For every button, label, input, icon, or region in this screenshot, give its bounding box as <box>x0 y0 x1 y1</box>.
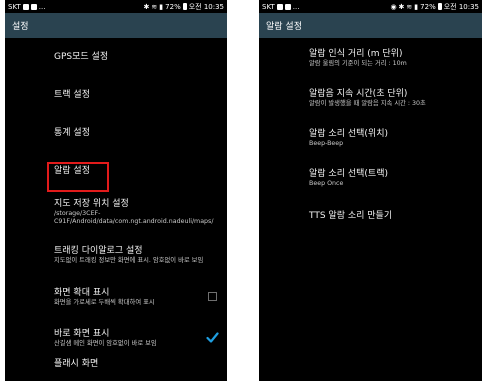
item-subtitle: 알람이 발생했을 때 알람음 지속 시간 : 30초 <box>309 100 426 107</box>
battery-icon <box>182 3 187 10</box>
item-subtitle: Beep Once <box>309 180 344 187</box>
screenshot-composite: SKT ... ✱ ≋ ▮ 72% 오전 10:35 설정 GPS모드 설정 트 <box>0 0 483 381</box>
item-subtitle: /storage/3CEF-C91F/Android/data/com.ngt.… <box>54 210 214 225</box>
checkmark-icon[interactable] <box>206 331 219 344</box>
item-title: TTS 알람 소리 만들기 <box>309 211 393 221</box>
settings-item-direct-display[interactable]: 바로 화면 표시 산길샘 메인 화면이 암호없이 바로 보임 <box>5 318 227 358</box>
item-title: 바로 화면 표시 <box>54 329 110 339</box>
item-title: 알람음 지속 시간(초 단위) <box>309 89 408 99</box>
item-subtitle: 화면을 가로세로 두배씩 확대하여 표시 <box>54 299 155 306</box>
settings-item-statistics[interactable]: 통계 설정 <box>5 114 227 152</box>
item-subtitle: 지도없이 트래킹 정보만 화면에 표시. 암호없이 바로 보임 <box>54 257 204 264</box>
item-title: 트랙 설정 <box>54 90 90 100</box>
page-title: 설정 <box>12 22 29 32</box>
item-title: 알람 인식 거리 (m 단위) <box>309 49 403 59</box>
app-titlebar: 알람 설정 <box>259 13 482 38</box>
battery-percent: 72% <box>420 2 436 11</box>
alarm-item-sound-location[interactable]: 알람 소리 선택(위치) Beep-Beep <box>259 118 482 158</box>
alarm-settings-list: 알람 인식 거리 (m 단위) 알람 울림의 기준이 되는 거리 : 10m 알… <box>259 38 482 234</box>
zoom-display-checkbox[interactable] <box>208 292 217 301</box>
item-subtitle: Beep-Beep <box>309 140 344 147</box>
wifi-icon: ≋ <box>406 2 413 11</box>
alarm-item-distance[interactable]: 알람 인식 거리 (m 단위) 알람 울림의 기준이 되는 거리 : 10m <box>259 38 482 78</box>
status-bar: SKT ... ◉ ✱ ≋ ▮ 72% 오전 10:35 <box>259 0 482 13</box>
settings-list: GPS모드 설정 트랙 설정 통계 설정 알람 설정 지도 저장 위치 설정 /… <box>5 38 227 378</box>
settings-item-gps-mode[interactable]: GPS모드 설정 <box>5 38 227 76</box>
status-bar: SKT ... ✱ ≋ ▮ 72% 오전 10:35 <box>5 0 227 13</box>
item-title: 통계 설정 <box>54 128 90 138</box>
settings-screen: SKT ... ✱ ≋ ▮ 72% 오전 10:35 설정 GPS모드 설정 트 <box>5 0 227 381</box>
item-subtitle: 산길샘 메인 화면이 암호없이 바로 보임 <box>54 340 157 347</box>
clock: 오전 10:35 <box>443 2 479 11</box>
signal-icon: ▮ <box>159 2 164 11</box>
notification-icon <box>284 3 291 10</box>
more-notifications: ... <box>292 2 300 11</box>
clock: 오전 10:35 <box>188 2 224 11</box>
signal-icon: ▮ <box>414 2 419 11</box>
alarm-item-sound-track[interactable]: 알람 소리 선택(트랙) Beep Once <box>259 158 482 198</box>
settings-item-tracking-dialog[interactable]: 트래킹 다이알로그 설정 지도없이 트래킹 정보만 화면에 표시. 암호없이 바… <box>5 234 227 276</box>
carrier-label: SKT <box>8 2 21 11</box>
settings-item-zoom-display[interactable]: 화면 확대 표시 화면을 가로세로 두배씩 확대하여 표시 <box>5 276 227 318</box>
app-titlebar: 설정 <box>5 13 227 38</box>
settings-item-track[interactable]: 트랙 설정 <box>5 76 227 114</box>
carrier-label: SKT <box>262 2 275 11</box>
item-subtitle: 알람 울림의 기준이 되는 거리 : 10m <box>309 60 407 67</box>
more-notifications: ... <box>38 2 46 11</box>
wifi-icon: ≋ <box>151 2 158 11</box>
settings-item-flash-screen[interactable]: 플래시 화면 <box>5 358 227 378</box>
item-title: GPS모드 설정 <box>54 52 109 62</box>
settings-item-map-storage[interactable]: 지도 저장 위치 설정 /storage/3CEF-C91F/Android/d… <box>5 190 227 234</box>
alarm-settings-screen: SKT ... ◉ ✱ ≋ ▮ 72% 오전 10:35 알람 설정 알람 인식… <box>259 0 482 381</box>
notification-icon <box>22 3 29 10</box>
bluetooth-icon: ✱ <box>398 2 405 11</box>
page-title: 알람 설정 <box>266 22 302 32</box>
item-title: 지도 저장 위치 설정 <box>54 199 129 209</box>
notification-icon <box>276 3 283 10</box>
alarm-item-tts-sound[interactable]: TTS 알람 소리 만들기 <box>259 198 482 234</box>
notification-icon <box>30 3 37 10</box>
item-title: 알람 소리 선택(위치) <box>309 129 388 139</box>
item-title: 화면 확대 표시 <box>54 288 110 298</box>
item-title: 플래시 화면 <box>54 359 99 369</box>
bluetooth-icon: ✱ <box>143 2 150 11</box>
item-title: 알람 소리 선택(트랙) <box>309 169 388 179</box>
battery-percent: 72% <box>165 2 181 11</box>
alarm-item-duration[interactable]: 알람음 지속 시간(초 단위) 알람이 발생했을 때 알람음 지속 시간 : 3… <box>259 78 482 118</box>
location-icon: ◉ <box>390 2 397 11</box>
item-title: 트래킹 다이알로그 설정 <box>54 246 143 256</box>
settings-item-alarm[interactable]: 알람 설정 <box>5 152 227 190</box>
battery-icon <box>437 3 442 10</box>
alarm-settings-highlight <box>47 162 109 192</box>
